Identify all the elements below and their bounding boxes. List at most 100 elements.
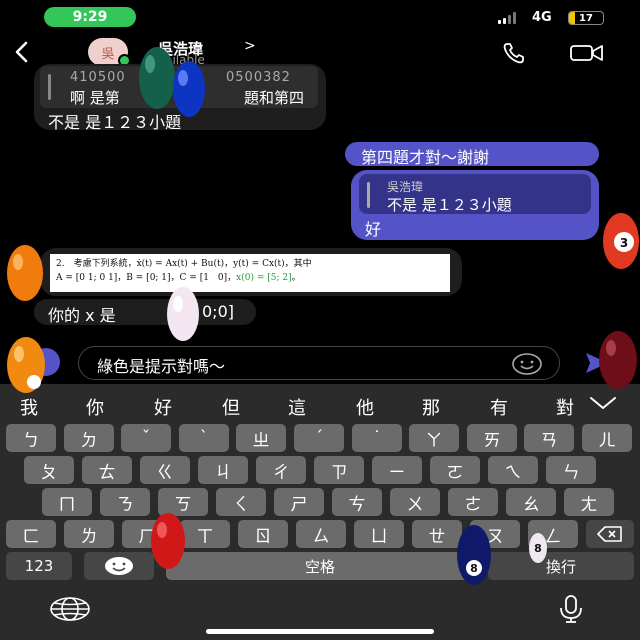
delete-key[interactable] (586, 520, 634, 548)
key-label: ㄍ (156, 462, 174, 483)
key[interactable]: ㄦ (582, 424, 632, 452)
key-label: ㄆ (40, 462, 58, 483)
key[interactable]: ㄠ (506, 488, 556, 516)
candidate-word[interactable]: 他 (356, 394, 374, 420)
key[interactable]: ㄓ (236, 424, 286, 452)
key[interactable]: ㄇ (42, 488, 92, 516)
key[interactable]: ˋ (179, 424, 229, 452)
globe-icon[interactable] (48, 596, 92, 626)
status-time[interactable]: 9:29 (44, 7, 136, 27)
key[interactable]: ㄟ (488, 456, 538, 484)
candidate-word[interactable]: 我 (20, 394, 38, 420)
candidate-word[interactable]: 你 (86, 394, 104, 420)
key[interactable]: ㄩ (354, 520, 404, 548)
message-bubble-outgoing[interactable]: 第四題才對～謝謝 (345, 142, 599, 167)
quote-bar (367, 182, 370, 208)
key[interactable]: ㄧ (372, 456, 422, 484)
return-key[interactable]: 換行 (488, 552, 634, 580)
key[interactable]: ㄉ (64, 424, 114, 452)
key[interactable]: ㄒ (180, 520, 230, 548)
key[interactable]: ㄛ (430, 456, 480, 484)
message-input-value: 綠色是提示對嗎～ (97, 357, 226, 376)
key[interactable]: ㄍ (140, 456, 190, 484)
key[interactable]: ㄊ (82, 456, 132, 484)
key-label: ㄨ (406, 494, 424, 515)
equation-image[interactable]: 2. 考慮下列系統，ẋ(t) = Ax(t) + Bu(t)，y(t) = Cx… (50, 254, 450, 292)
quote-id-left: 410500 (70, 70, 126, 85)
microphone-icon[interactable] (558, 594, 584, 628)
orange-ball (7, 337, 45, 393)
key[interactable]: ˊ (294, 424, 344, 452)
video-camera-icon[interactable] (570, 44, 604, 66)
message-bubble-outgoing[interactable]: 吳浩瑋 不是 是１２３小題 好 (351, 170, 599, 240)
return-key-label: 換行 (545, 557, 576, 576)
emoji-key[interactable] (84, 552, 154, 580)
equation-period: 。 (291, 273, 301, 283)
key[interactable]: ㄤ (564, 488, 614, 516)
ball-number: 3 (620, 236, 628, 250)
smiley-icon[interactable] (511, 352, 543, 380)
status-bar: 9:29 4G 17 (0, 0, 640, 36)
candidate-word[interactable]: 對 (556, 394, 574, 420)
key-label: ㄇ (58, 494, 76, 515)
candidate-word[interactable]: 有 (490, 394, 508, 420)
candidate-word[interactable]: 這 (288, 394, 306, 420)
numbers-key[interactable]: 123 (6, 552, 72, 580)
key[interactable]: ㄨ (390, 488, 440, 516)
message-text: 好 (365, 220, 382, 239)
key-label: ㄑ (232, 494, 250, 515)
key-label: ㄚ (425, 430, 443, 451)
key[interactable]: ㄢ (524, 424, 574, 452)
key[interactable]: ㄘ (332, 488, 382, 516)
home-indicator (206, 629, 434, 634)
green-ball (139, 47, 175, 109)
key[interactable]: ㄐ (198, 456, 248, 484)
key[interactable]: ㄌ (64, 520, 114, 548)
contact-chevron[interactable]: > (244, 38, 256, 54)
keyboard-collapse-icon[interactable] (588, 394, 618, 416)
key-label: ㄤ (580, 494, 598, 515)
key-label: ˙ (372, 428, 382, 448)
key[interactable]: ㄞ (467, 424, 517, 452)
key-label: ㄘ (348, 494, 366, 515)
avatar-initial: 吳 (101, 46, 115, 62)
quoted-reply[interactable]: 吳浩瑋 不是 是１２３小題 (359, 174, 591, 214)
key[interactable]: ˇ (121, 424, 171, 452)
key[interactable]: ㄝ (412, 520, 462, 548)
key[interactable]: ㄅ (6, 424, 56, 452)
key[interactable]: ㄙ (296, 520, 346, 548)
key[interactable]: ㄕ (274, 488, 324, 516)
equation-line: 2. 考慮下列系統，ẋ(t) = Ax(t) + Bu(t)，y(t) = Cx… (56, 259, 312, 269)
key[interactable]: ㄖ (238, 520, 288, 548)
quote-text-left: 啊 是第 (70, 89, 120, 107)
battery-level: 17 (579, 12, 593, 24)
key[interactable]: ㄋ (100, 488, 150, 516)
key[interactable]: ㄗ (314, 456, 364, 484)
numbers-key-label: 123 (24, 557, 54, 575)
space-key[interactable]: 空格 (166, 552, 474, 580)
emoji-key-icon (105, 557, 133, 575)
candidate-word[interactable]: 好 (154, 394, 172, 420)
key[interactable]: ㄚ (409, 424, 459, 452)
candidate-word[interactable]: 但 (222, 394, 240, 420)
key-label: ㄦ (598, 430, 616, 451)
key-label: ㄝ (428, 526, 446, 547)
phone-icon[interactable] (502, 42, 526, 68)
key[interactable]: ˙ (352, 424, 402, 452)
message-bubble-incoming[interactable]: 你的 x 是 0;0] (34, 299, 256, 325)
key[interactable]: ㄑ (216, 488, 266, 516)
message-input[interactable]: 綠色是提示對嗎～ (78, 346, 560, 380)
candidate-word[interactable]: 那 (422, 394, 440, 420)
key-label: ㄙ (312, 526, 330, 547)
chevron-left-icon[interactable] (12, 40, 32, 68)
key-label: ㄎ (174, 494, 192, 515)
key-label: ㄕ (290, 494, 308, 515)
key[interactable]: ㄆ (24, 456, 74, 484)
key-label: ㄔ (272, 462, 290, 483)
key[interactable]: ㄣ (546, 456, 596, 484)
backspace-icon (597, 526, 622, 542)
key[interactable]: ㄜ (448, 488, 498, 516)
key-label: ㄠ (522, 494, 540, 515)
key[interactable]: ㄈ (6, 520, 56, 548)
key[interactable]: ㄔ (256, 456, 306, 484)
